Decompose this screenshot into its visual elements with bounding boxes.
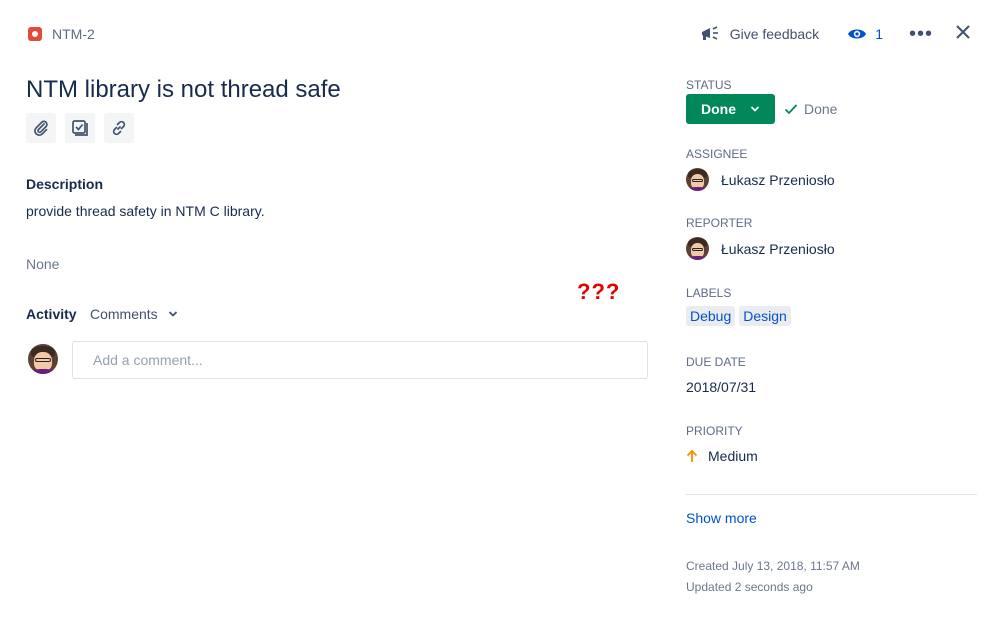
- show-more-link[interactable]: Show more: [686, 510, 757, 526]
- priority-value: Medium: [708, 448, 758, 464]
- label-tag-design[interactable]: Design: [739, 306, 791, 326]
- subtask-icon: [72, 120, 88, 136]
- add-subtask-button[interactable]: [65, 113, 95, 143]
- megaphone-icon: [701, 26, 718, 40]
- assignee-label: ASSIGNEE: [686, 147, 748, 161]
- empty-field-none: None: [26, 256, 60, 272]
- attach-button[interactable]: [26, 113, 56, 143]
- activity-filter-dropdown[interactable]: Comments: [90, 306, 178, 322]
- label-tag-debug[interactable]: Debug: [686, 306, 736, 326]
- assignee-field[interactable]: Łukasz Przeniosło: [686, 168, 835, 191]
- avatar: [686, 168, 709, 191]
- give-feedback-button[interactable]: Give feedback: [700, 25, 820, 43]
- check-icon: [784, 104, 798, 115]
- due-date-label: DUE DATE: [686, 355, 746, 369]
- avatar: [28, 344, 58, 374]
- comment-input[interactable]: [72, 341, 648, 379]
- top-actions: Give feedback 1 •••: [700, 22, 971, 46]
- give-feedback-label: Give feedback: [729, 26, 820, 42]
- resolution-value: Done: [804, 101, 838, 117]
- bug-icon: [28, 27, 42, 41]
- description-text[interactable]: provide thread safety in NTM C library.: [26, 203, 265, 219]
- avatar: [686, 237, 709, 260]
- created-timestamp: Created July 13, 2018, 11:57 AM: [686, 559, 860, 573]
- issue-key-breadcrumb[interactable]: NTM-2: [28, 24, 95, 44]
- status-value: Done: [701, 101, 736, 117]
- watch-count: 1: [875, 26, 883, 42]
- labels-list: Debug Design: [686, 306, 791, 326]
- watch-button[interactable]: 1: [847, 26, 883, 42]
- assignee-name: Łukasz Przeniosło: [721, 171, 835, 188]
- labels-label: LABELS: [686, 286, 732, 300]
- activity-filter-label: Comments: [90, 306, 158, 322]
- question-marks-annotation: ???: [577, 279, 621, 304]
- attachment-icon: [34, 120, 48, 136]
- due-date-value[interactable]: 2018/07/31: [686, 379, 756, 395]
- chevron-down-icon: [168, 311, 177, 317]
- priority-label: PRIORITY: [686, 424, 743, 438]
- close-icon: [956, 24, 970, 39]
- issue-toolbar: [26, 113, 134, 143]
- chevron-down-icon: [750, 106, 760, 112]
- divider: [686, 494, 977, 495]
- link-issue-button[interactable]: [104, 113, 134, 143]
- description-heading: Description: [26, 176, 104, 192]
- status-label: STATUS: [686, 78, 732, 92]
- reporter-field[interactable]: Łukasz Przeniosło: [686, 237, 835, 260]
- priority-field[interactable]: Medium: [686, 448, 758, 464]
- resolution: Done: [784, 101, 837, 117]
- issue-title[interactable]: NTM library is not thread safe: [26, 76, 341, 104]
- reporter-label: REPORTER: [686, 216, 753, 230]
- close-button[interactable]: [955, 24, 971, 45]
- updated-timestamp: Updated 2 seconds ago: [686, 580, 813, 594]
- eye-icon: [848, 29, 867, 39]
- reporter-name: Łukasz Przeniosło: [721, 240, 835, 257]
- activity-heading: Activity: [26, 306, 77, 322]
- more-icon[interactable]: •••: [909, 24, 933, 44]
- issue-key[interactable]: NTM-2: [52, 26, 95, 42]
- status-dropdown-button[interactable]: Done: [686, 94, 775, 124]
- link-icon: [112, 120, 126, 136]
- arrow-up-icon: [686, 449, 698, 462]
